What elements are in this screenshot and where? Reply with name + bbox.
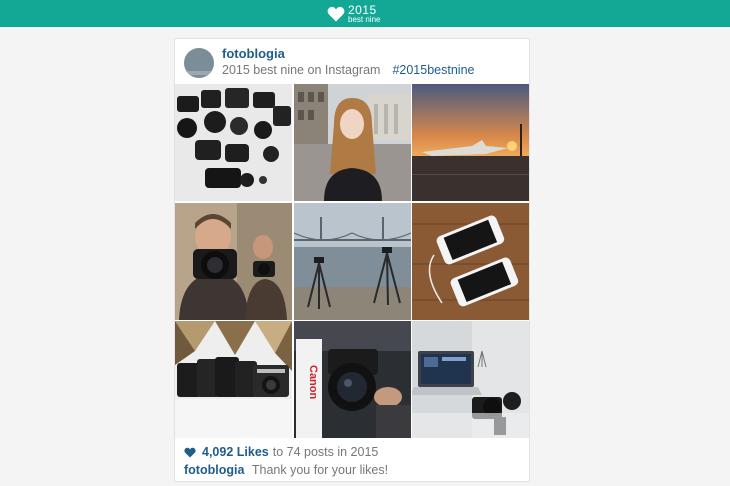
photo-mirror-selfie[interactable] [175, 202, 292, 320]
camera-collection-photo-icon [175, 84, 292, 201]
photo-cameras-on-floor[interactable] [175, 84, 292, 201]
logo-subtitle: best nine [348, 15, 381, 24]
avatar-band [184, 71, 214, 75]
photo-airport-sunset[interactable] [412, 84, 529, 201]
heart-icon [184, 447, 196, 457]
photo-canon-lens[interactable]: Canon [293, 321, 411, 438]
best-nine-logo[interactable]: 2015 best nine [327, 3, 380, 25]
profile-username[interactable]: fotoblogia [222, 46, 285, 61]
mirror-selfie-photo-icon [175, 202, 292, 320]
photo-cameras-lineup[interactable] [175, 321, 292, 438]
caption-username[interactable]: fotoblogia [184, 463, 244, 477]
laptop-desk-photo-icon [412, 321, 529, 438]
canon-lens-photo-icon: Canon [293, 321, 411, 438]
logo-text: 2015 best nine [348, 4, 380, 24]
photo-woman-portrait[interactable] [293, 84, 411, 201]
likes-summary: 4,092 Likes to 74 posts in 2015 [184, 445, 378, 459]
best-nine-card: fotoblogia 2015 best nine on Instagram #2… [174, 38, 530, 482]
avatar[interactable] [184, 48, 214, 78]
photo-bridge-tripods[interactable] [293, 202, 411, 320]
hashtag-link[interactable]: #2015bestnine [392, 63, 474, 77]
photo-laptop-desk[interactable] [412, 321, 529, 438]
card-subtitle: 2015 best nine on Instagram #2015bestnine [222, 63, 474, 77]
caption: fotoblogia Thank you for your likes! [184, 463, 388, 477]
likes-posts-text: to 74 posts in 2015 [272, 445, 379, 459]
top-bar: 2015 best nine [0, 0, 730, 27]
caption-text: Thank you for your likes! [251, 463, 389, 477]
camera-lineup-photo-icon [175, 321, 292, 438]
photo-two-phones[interactable] [412, 202, 529, 320]
bridge-tripod-photo-icon [293, 202, 411, 320]
likes-count: 4,092 Likes [202, 445, 269, 459]
smartphones-photo-icon [412, 202, 529, 320]
svg-text:Canon: Canon [307, 365, 319, 400]
card-subtitle-text: 2015 best nine on Instagram [222, 63, 381, 77]
photo-grid: Canon [175, 84, 530, 438]
portrait-photo-icon [293, 84, 411, 201]
airplane-sunset-photo-icon [412, 84, 529, 201]
heart-icon [327, 6, 345, 22]
